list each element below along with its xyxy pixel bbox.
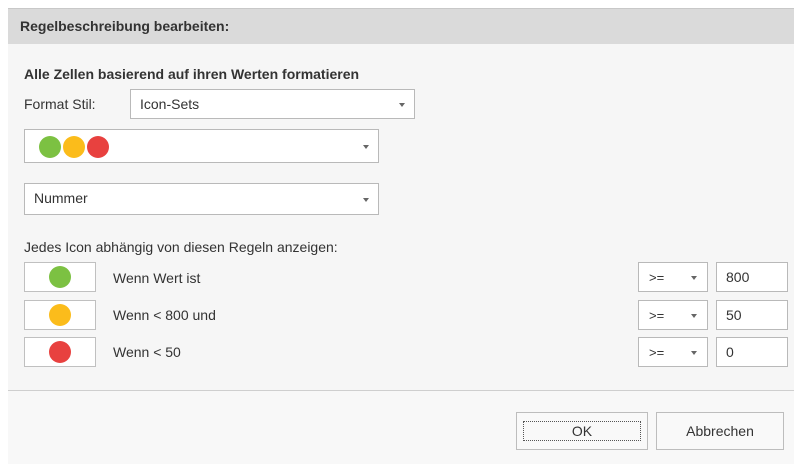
rule-operator-dropdown-1[interactable]: >= [638, 262, 708, 292]
rule-value-input-3[interactable]: 0 [716, 337, 788, 367]
rule-icon-picker-3[interactable] [24, 337, 96, 367]
rule-label-1: Wenn Wert ist [113, 270, 201, 286]
rule-value-1: 800 [726, 269, 750, 285]
chevron-down-icon [363, 145, 369, 149]
dialog-title: Regelbeschreibung bearbeiten: [20, 18, 230, 34]
rule-label-3: Wenn < 50 [113, 344, 181, 360]
rule-operator-3: >= [649, 345, 665, 360]
rule-value-input-1[interactable]: 800 [716, 262, 788, 292]
green-circle-icon [49, 266, 71, 288]
rule-value-2: 50 [726, 307, 742, 323]
format-style-value: Icon-Sets [140, 96, 200, 112]
chevron-down-icon [691, 276, 697, 280]
chevron-down-icon [399, 103, 405, 107]
red-circle-icon [87, 136, 109, 158]
rule-icon-picker-1[interactable] [24, 262, 96, 292]
dialog-header: Regelbeschreibung bearbeiten: [8, 8, 794, 44]
rule-operator-dropdown-3[interactable]: >= [638, 337, 708, 367]
value-type-dropdown[interactable]: Nummer [24, 183, 379, 215]
chevron-down-icon [691, 314, 697, 318]
cancel-button[interactable]: Abbrechen [656, 412, 784, 450]
yellow-circle-icon [49, 304, 71, 326]
format-style-label: Format Stil: [24, 96, 96, 112]
rule-label-2: Wenn < 800 und [113, 307, 216, 323]
rule-operator-2: >= [649, 308, 665, 323]
red-circle-icon [49, 341, 71, 363]
rules-heading: Jedes Icon abhängig von diesen Regeln an… [24, 239, 338, 255]
chevron-down-icon [691, 351, 697, 355]
dialog-footer: OK Abbrechen [8, 391, 794, 464]
focus-ring [523, 421, 641, 441]
rule-value-input-2[interactable]: 50 [716, 300, 788, 330]
green-circle-icon [39, 136, 61, 158]
format-style-dropdown[interactable]: Icon-Sets [130, 89, 415, 119]
rule-operator-1: >= [649, 270, 665, 285]
rule-icon-picker-2[interactable] [24, 300, 96, 330]
section-title: Alle Zellen basierend auf ihren Werten f… [24, 66, 360, 82]
cancel-button-label: Abbrechen [686, 423, 754, 439]
yellow-circle-icon [63, 136, 85, 158]
ok-button[interactable]: OK [516, 412, 648, 450]
rule-operator-dropdown-2[interactable]: >= [638, 300, 708, 330]
rule-value-3: 0 [726, 344, 734, 360]
chevron-down-icon [363, 198, 369, 202]
icon-set-dropdown[interactable] [24, 129, 379, 163]
edit-rule-dialog: Regelbeschreibung bearbeiten: Alle Zelle… [8, 8, 794, 464]
value-type-value: Nummer [34, 190, 88, 206]
